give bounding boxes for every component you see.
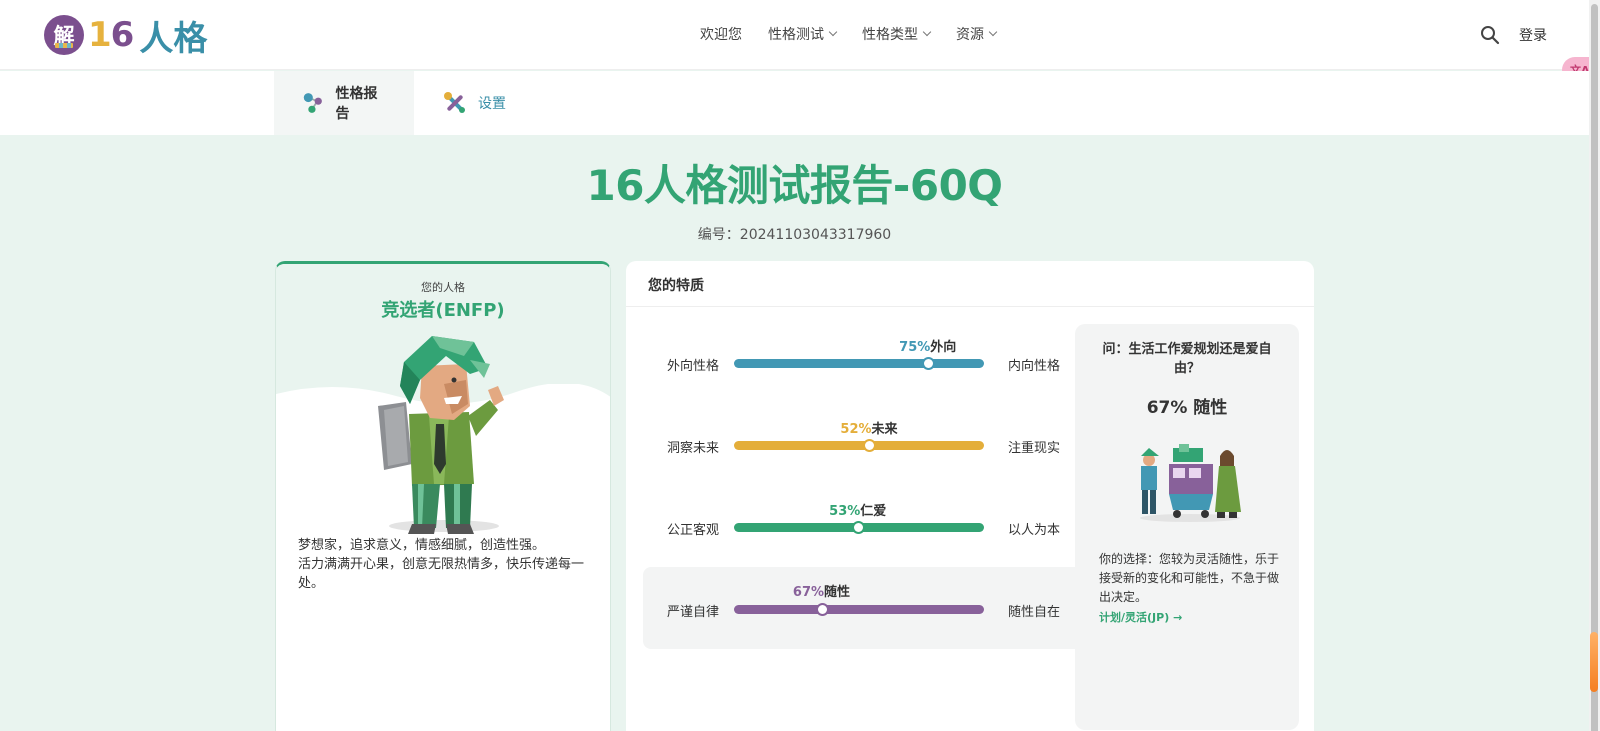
traits-title: 您的特质 (626, 261, 1314, 307)
trait-slider-track (734, 603, 984, 616)
logo-number: 16 (88, 15, 135, 55)
persona-description-line-1: 梦想家，追求意义，情感细腻，创造性强。 (298, 538, 546, 553)
trait-left-label: 外向性格 (667, 359, 720, 374)
trait-dominant-label: 外向 (930, 340, 957, 355)
chevron-down-icon (922, 27, 932, 37)
scrollbar-thumb[interactable] (1591, 4, 1598, 731)
trait-question-panel: 问：生活工作爱规划还是爱自由？ 67% 随性 你的选择：您较为灵活随性，乐于接受… (1075, 324, 1299, 730)
shopping-illustration (1140, 444, 1241, 522)
persona-label: 您的人格 (421, 281, 465, 294)
traits-card: 您的特质 75%外向 外向性格 内向性格 52%未来 洞察未来 注重现实 53%… (626, 261, 1314, 731)
trait-slider-track (734, 439, 984, 452)
persona-name: 竞选者(ENFP) (381, 300, 505, 321)
trait-row-mind[interactable]: 52%未来 洞察未来 注重现实 (643, 418, 1083, 500)
chevron-down-icon (828, 27, 838, 37)
persona-card: 您的人格 竞选者(ENFP) 梦想家，追求意义，情感细腻，创造性强。 活力满满开… (275, 261, 611, 731)
trait-dominant-label: 未来 (871, 422, 898, 437)
trait-percent: 52%未来 (840, 418, 897, 437)
page-title: 16人格测试报告-60Q (586, 161, 1003, 210)
logo-badge: 解 (44, 15, 84, 55)
nav-personality-types-label: 性格类型 (862, 27, 918, 43)
trait-percent-value: 75% (899, 340, 931, 355)
nav-welcome-label: 欢迎您 (700, 27, 742, 43)
persona-description-line-2: 活力满满开心果，创意无限热情多，快乐传递每一处。 (298, 557, 585, 591)
trait-right-label: 随性自在 (1008, 605, 1061, 620)
nav-personality-test[interactable]: 性格测试 (768, 24, 838, 44)
trait-dominant-label: 仁爱 (860, 504, 887, 519)
trait-percent: 75%外向 (899, 336, 956, 355)
nav-resources[interactable]: 资源 (956, 24, 998, 44)
trait-row-tactics[interactable]: 67%随性 严谨自律 随性自在 (643, 567, 1083, 649)
nav-resources-label: 资源 (956, 27, 984, 43)
persona-description: 梦想家，追求意义，情感细腻，创造性强。 活力满满开心果，创意无限热情多，快乐传递… (298, 536, 590, 593)
logo-digit-2: 6 (110, 15, 135, 55)
trait-slider-track (734, 521, 984, 534)
trait-slider-knob[interactable] (863, 439, 876, 452)
trait-dominant-label: 随性 (824, 585, 851, 600)
trait-percent-value: 53% (829, 504, 861, 519)
arrow-right-icon: → (1173, 611, 1183, 624)
trait-slider-knob[interactable] (921, 357, 935, 370)
campaigner-illustration (378, 336, 504, 534)
trait-detail-link[interactable]: 计划/灵活(JP) → (1099, 609, 1182, 625)
trait-answer: 你的选择：您较为灵活随性，乐于接受新的变化和可能性，不急于做出决定。 (1099, 552, 1280, 604)
tab-report-label: 性格报告 (335, 86, 378, 122)
nav-personality-test-label: 性格测试 (768, 27, 824, 43)
trait-result: 67% 随性 (1146, 398, 1228, 418)
logo-text: 人格 (139, 18, 208, 59)
trait-question: 问：生活工作爱规划还是爱自由？ (1102, 342, 1272, 376)
page-scrollbar[interactable] (1589, 0, 1600, 731)
nav-welcome[interactable]: 欢迎您 (700, 24, 742, 44)
nav-personality-types[interactable]: 性格类型 (862, 24, 932, 44)
trait-slider-track (734, 357, 984, 370)
site-logo[interactable]: 解 16 人格 (44, 14, 207, 59)
logo-digit-1: 1 (88, 15, 112, 55)
trait-left-label: 洞察未来 (667, 441, 720, 456)
trait-row-energy[interactable]: 75%外向 外向性格 内向性格 (643, 336, 1083, 418)
trait-percent-value: 67% (792, 585, 825, 600)
trait-slider-knob[interactable] (815, 603, 829, 616)
trait-right-label: 注重现实 (1008, 441, 1061, 456)
trait-percent-value: 52% (840, 422, 872, 437)
report-id: 编号：20241103043317960 (697, 227, 892, 243)
tools-icon (444, 92, 465, 113)
trait-right-label: 内向性格 (1008, 359, 1061, 374)
login-link[interactable]: 登录 (1519, 25, 1547, 45)
trait-left-label: 公正客观 (667, 523, 720, 538)
tab-settings-label: 设置 (478, 96, 506, 112)
trait-percent: 67%随性 (793, 581, 850, 600)
trait-left-label: 严谨自律 (667, 605, 720, 620)
trait-slider-knob[interactable] (851, 521, 865, 534)
top-navbar: 解 16 人格 欢迎您 性格测试 性格类型 资源 登录 (0, 0, 1600, 70)
report-tabbar: 性格报告 设置 (0, 71, 1589, 135)
search-icon[interactable] (1480, 25, 1500, 45)
main-nav: 欢迎您 性格测试 性格类型 资源 (700, 24, 998, 44)
chevron-down-icon (988, 27, 998, 37)
tab-settings[interactable]: 设置 (414, 71, 534, 135)
molecule-icon (303, 93, 322, 113)
trait-detail-link-label: 计划/灵活(JP) (1099, 611, 1170, 624)
trait-right-label: 以人为本 (1008, 523, 1061, 538)
tab-report[interactable]: 性格报告 (274, 71, 414, 135)
scroll-to-top-handle[interactable] (1590, 632, 1598, 692)
trait-percent: 53%仁爱 (829, 500, 886, 519)
